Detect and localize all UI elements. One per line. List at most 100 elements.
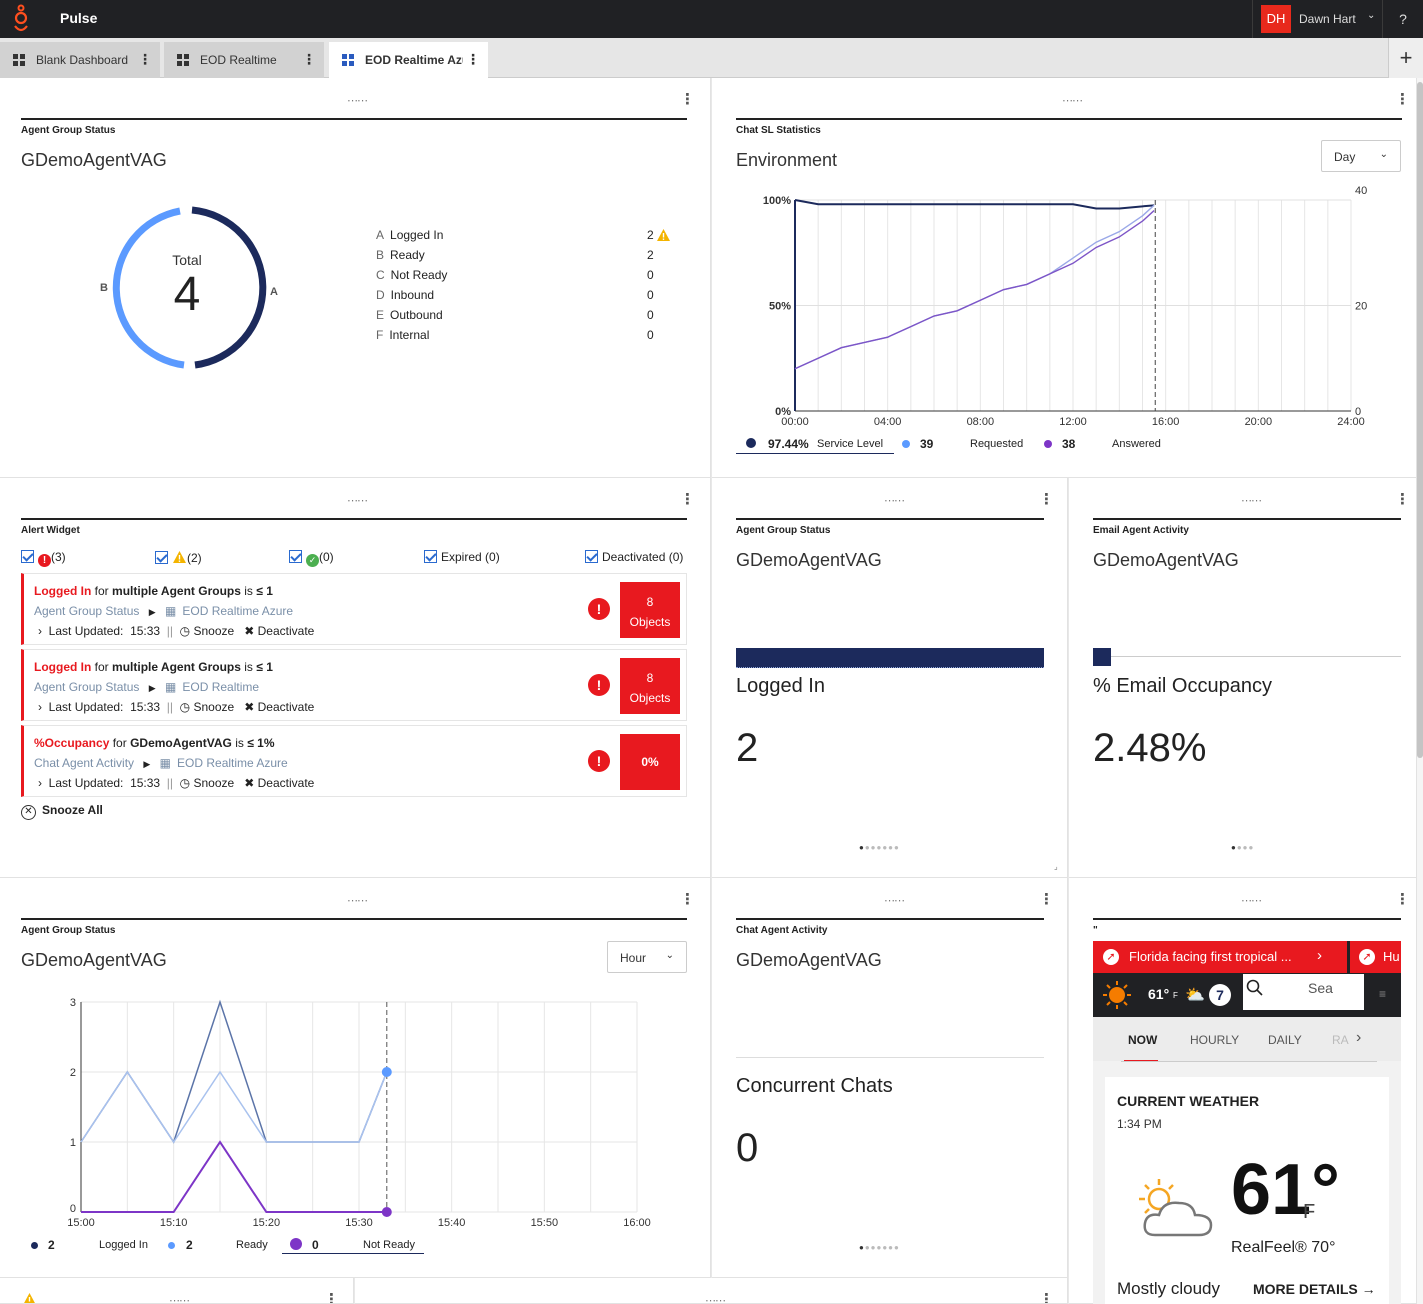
tab-now[interactable]: NOW (1128, 1033, 1157, 1047)
alert-source-dashboard[interactable]: EOD Realtime Azure (182, 604, 293, 618)
widget-menu-icon[interactable]: ⋮ (1039, 1290, 1054, 1303)
legend-item-answered[interactable]: 38 Answered (1042, 436, 1182, 454)
deactivate-button[interactable]: Deactivate (258, 624, 315, 638)
alert-count-badge[interactable]: 8 Objects (620, 658, 680, 714)
tab-menu-icon[interactable]: ⋮ (138, 52, 152, 66)
alert-count-badge[interactable]: 0% (620, 734, 680, 790)
close-circle-icon: ✖ (244, 624, 255, 638)
widget-menu-icon[interactable]: ⋮ (680, 490, 695, 508)
widget-menu-icon[interactable]: ⋮ (1039, 490, 1054, 508)
y-tick-label-right: 40 (1355, 185, 1367, 197)
legend-item-service-level[interactable]: 97.44% Service Level (736, 436, 894, 454)
deactivate-button[interactable]: Deactivate (258, 700, 315, 714)
drag-handle-icon[interactable]: ⋯⋯ (1062, 94, 1083, 107)
pager-dots[interactable]: ●●●●●●● (859, 1243, 900, 1252)
drag-handle-icon[interactable]: ⋯⋯ (705, 1294, 726, 1303)
pager-dots[interactable]: ●●●● (1231, 843, 1254, 852)
period-select[interactable]: Day ⌄ (1321, 140, 1401, 172)
hamburger-icon[interactable]: ≡ (1379, 987, 1386, 1001)
scrollbar-track[interactable] (1417, 78, 1423, 1304)
snooze-button[interactable]: Snooze (194, 776, 235, 790)
checkbox-icon[interactable] (289, 550, 302, 563)
genesys-logo-icon[interactable] (10, 4, 32, 34)
error-icon: ! (38, 554, 51, 567)
snooze-all-button[interactable]: ✕ Snooze All (21, 803, 103, 820)
widget-menu-icon[interactable]: ⋮ (1395, 90, 1410, 108)
filter-critical[interactable]: ! (3) (21, 550, 66, 567)
alert-item[interactable]: Logged In for multiple Agent Groups is ≤… (21, 573, 687, 645)
chevron-right-icon[interactable]: › (1317, 947, 1322, 964)
checkbox-icon[interactable] (21, 550, 34, 563)
search-input[interactable]: Sea (1243, 974, 1364, 1010)
tab-menu-icon[interactable]: ⋮ (302, 52, 316, 66)
tab-menu-icon[interactable]: ⋮ (466, 52, 480, 66)
legend-item[interactable]: C Not Ready (376, 268, 447, 282)
widget-menu-icon[interactable]: ⋮ (1395, 490, 1410, 508)
news-headline-1[interactable]: Florida facing first tropical ... (1129, 949, 1292, 964)
tab-radar[interactable]: RA (1332, 1033, 1349, 1047)
filter-deactivated[interactable]: Deactivated (0) (585, 550, 683, 564)
drag-handle-icon[interactable]: ⋯⋯ (884, 494, 905, 507)
drag-handle-icon[interactable]: ⋯⋯ (884, 894, 905, 907)
help-button[interactable]: ? (1382, 0, 1423, 38)
drag-handle-icon[interactable]: ⋯⋯ (347, 94, 368, 107)
widget-menu-icon[interactable]: ⋮ (680, 890, 695, 908)
legend-item[interactable]: F Internal (376, 328, 429, 342)
legend-item[interactable]: E Outbound (376, 308, 443, 322)
drag-handle-icon[interactable]: ⋯⋯ (1241, 894, 1262, 907)
alert-source-widget[interactable]: Agent Group Status (34, 604, 139, 618)
news-headline-2[interactable]: Hu (1383, 949, 1400, 964)
chevron-right-icon[interactable]: › (38, 700, 42, 714)
widget-rule (736, 118, 1402, 120)
drag-handle-icon[interactable]: ⋯⋯ (169, 1294, 190, 1303)
add-tab-button[interactable]: + (1388, 38, 1423, 78)
chevron-right-icon[interactable]: › (38, 776, 42, 790)
alert-source-widget[interactable]: Chat Agent Activity (34, 756, 134, 770)
resize-handle-icon[interactable]: ⌟ (1054, 862, 1058, 871)
current-unit: F (1303, 1201, 1316, 1223)
alert-item[interactable]: %Occupancy for GDemoAgentVAG is ≤ 1% Cha… (21, 725, 687, 797)
alert-count-badge[interactable]: 8 Objects (620, 582, 680, 638)
tab-hourly[interactable]: HOURLY (1190, 1033, 1239, 1047)
alert-rule: Logged In for multiple Agent Groups is ≤… (34, 660, 273, 674)
legend-item[interactable]: A Logged In (376, 228, 443, 242)
tab-daily[interactable]: DAILY (1268, 1033, 1302, 1047)
drag-handle-icon[interactable]: ⋯⋯ (347, 494, 368, 507)
tab-blank-dashboard[interactable]: Blank Dashboard ⋮ (0, 42, 160, 78)
alert-source-dashboard[interactable]: EOD Realtime (182, 680, 259, 694)
more-details-link[interactable]: MORE DETAILS → (1253, 1281, 1376, 1297)
pager-dots[interactable]: ●●●●●●● (859, 843, 900, 852)
alert-source-widget[interactable]: Agent Group Status (34, 680, 139, 694)
donut-segment-logged-in[interactable] (191, 206, 267, 369)
filter-expired[interactable]: Expired (0) (424, 550, 500, 564)
filter-warning[interactable]: (2) (155, 550, 202, 565)
chevron-right-icon[interactable]: › (1356, 1029, 1361, 1047)
widget-menu-icon[interactable]: ⋮ (324, 1290, 339, 1303)
widget-menu-icon[interactable]: ⋮ (1039, 890, 1054, 908)
user-menu[interactable]: DH Dawn Hart ⌄ (1252, 0, 1382, 38)
deactivate-button[interactable]: Deactivate (258, 776, 315, 790)
alert-source-dashboard[interactable]: EOD Realtime Azure (177, 756, 288, 770)
checkbox-icon[interactable] (155, 551, 168, 564)
scrollbar-thumb[interactable] (1417, 82, 1423, 758)
legend-item-ready[interactable]: 2 Ready (166, 1237, 276, 1253)
checkbox-icon[interactable] (424, 550, 437, 563)
period-select[interactable]: Hour ⌄ (607, 941, 687, 973)
tab-eod-realtime-azure[interactable]: EOD Realtime Azure ⋮ (329, 42, 488, 78)
tab-eod-realtime[interactable]: EOD Realtime ⋮ (164, 42, 324, 78)
checkbox-icon[interactable] (585, 550, 598, 563)
widget-menu-icon[interactable]: ⋮ (1395, 890, 1410, 908)
legend-item[interactable]: B Ready (376, 248, 425, 262)
filter-ok[interactable]: ✓ (0) (289, 550, 334, 567)
drag-handle-icon[interactable]: ⋯⋯ (347, 894, 368, 907)
legend-item-not-ready[interactable]: 0 Not Ready (282, 1236, 424, 1254)
widget-menu-icon[interactable]: ⋮ (680, 90, 695, 108)
chevron-right-icon[interactable]: › (38, 624, 42, 638)
widget-title: GDemoAgentVAG (736, 950, 882, 970)
snooze-button[interactable]: Snooze (194, 624, 235, 638)
alert-item[interactable]: Logged In for multiple Agent Groups is ≤… (21, 649, 687, 721)
legend-item-requested[interactable]: 39 Requested (900, 436, 1040, 454)
snooze-button[interactable]: Snooze (194, 700, 235, 714)
drag-handle-icon[interactable]: ⋯⋯ (1241, 494, 1262, 507)
legend-item[interactable]: D Inbound (376, 288, 434, 302)
